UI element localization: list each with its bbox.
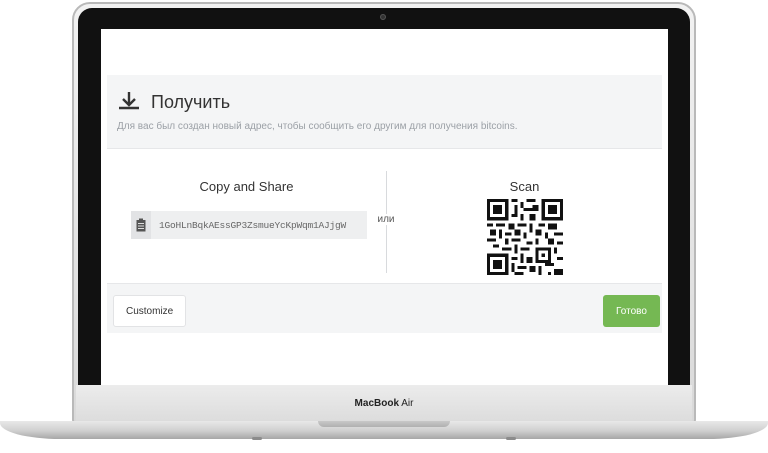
brand-bold: MacBook [354, 398, 399, 409]
qr-code [487, 199, 563, 275]
receive-dialog: Получить Для вас был создан новый адрес,… [107, 75, 662, 333]
laptop-notch [318, 421, 450, 427]
laptop-foot-right [506, 437, 516, 440]
bitcoin-address[interactable]: 1GoHLnBqkAEssGP3ZsmueYcKpWqm1AJjgW [151, 220, 346, 231]
customize-button[interactable]: Customize [113, 295, 187, 327]
brand-light: Air [399, 398, 414, 409]
laptop-foot-left [252, 437, 262, 440]
title-row: Получить [117, 91, 650, 113]
dialog-header: Получить Для вас был создан новый адрес,… [107, 75, 662, 149]
clipboard-icon[interactable] [131, 211, 151, 239]
dialog-subtitle: Для вас был создан новый адрес, чтобы со… [117, 121, 518, 132]
address-field[interactable]: 1GoHLnBqkAEssGP3ZsmueYcKpWqm1AJjgW [131, 211, 367, 239]
copy-share-section: Copy and Share 1GoHLnBqkAEssGP3ZsmueYcKp… [107, 149, 386, 283]
download-icon [119, 92, 139, 110]
camera-icon [380, 14, 386, 20]
done-button[interactable]: Готово [603, 295, 660, 327]
dialog-footer: Customize Готово [107, 283, 662, 333]
copy-share-title: Copy and Share [199, 179, 294, 194]
scan-section: Scan [387, 149, 662, 283]
dialog-title: Получить [151, 91, 231, 112]
dialog-body: Copy and Share 1GoHLnBqkAEssGP3ZsmueYcKp… [107, 149, 662, 283]
laptop-brand: MacBook Air [355, 398, 414, 409]
scan-title: Scan [509, 179, 540, 194]
laptop-chin: MacBook Air [76, 385, 692, 422]
laptop-screen: Получить Для вас был создан новый адрес,… [101, 29, 668, 385]
